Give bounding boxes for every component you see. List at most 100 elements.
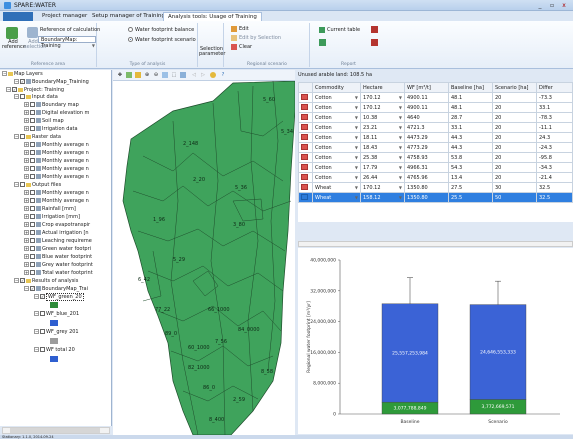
checkbox[interactable] bbox=[30, 110, 35, 115]
table-cell[interactable]: 4640 bbox=[404, 112, 449, 123]
row-indicator[interactable] bbox=[298, 192, 313, 203]
pdf-export-icon[interactable] bbox=[371, 26, 378, 33]
table-cell[interactable]: 4765.96 bbox=[404, 172, 449, 183]
tree-node-raster-item[interactable]: + Monthly average n bbox=[24, 174, 89, 181]
header-cell[interactable]: Scenario [ha] bbox=[492, 82, 537, 93]
table-cell[interactable]: 33.1 bbox=[536, 102, 573, 113]
checkbox-checked[interactable]: ✓ bbox=[30, 286, 35, 291]
expand-icon[interactable]: + bbox=[24, 206, 29, 211]
table-cell[interactable]: Cotton ▼ bbox=[312, 112, 361, 123]
header-cell[interactable]: WF [m³/t] bbox=[404, 82, 449, 93]
tree-node-wf-total[interactable]: − WF total 20 bbox=[34, 347, 75, 354]
collapse-icon[interactable]: − bbox=[2, 71, 7, 76]
clear-button[interactable]: Clear bbox=[231, 43, 252, 51]
row-indicator[interactable] bbox=[298, 182, 313, 193]
checkbox[interactable] bbox=[30, 198, 35, 203]
table-cell[interactable]: 20 bbox=[492, 162, 537, 173]
tree-node-output-item[interactable]: + Monthly average n bbox=[24, 190, 89, 197]
table-cell[interactable]: 32.5 bbox=[536, 192, 573, 203]
checkbox[interactable] bbox=[30, 214, 35, 219]
collapse-icon[interactable]: − bbox=[14, 94, 19, 99]
row-indicator[interactable] bbox=[298, 142, 313, 153]
table-row[interactable]: Cotton ▼ 170.12 ▼ 4900.11 48.1 20 -73.3 bbox=[298, 92, 573, 103]
table-cell[interactable]: -95.8 bbox=[536, 152, 573, 163]
expand-icon[interactable]: + bbox=[24, 270, 29, 275]
collapse-icon[interactable]: − bbox=[6, 87, 11, 92]
info-icon[interactable] bbox=[135, 72, 141, 78]
table-cell[interactable]: 4900.11 bbox=[404, 92, 449, 103]
expand-icon[interactable]: + bbox=[24, 262, 29, 267]
header-cell[interactable]: Baseline [ha] bbox=[448, 82, 493, 93]
checkbox[interactable] bbox=[30, 142, 35, 147]
row-indicator[interactable] bbox=[298, 112, 313, 123]
tree-node-input-item[interactable]: + Boundary map bbox=[24, 102, 79, 109]
expand-icon[interactable]: + bbox=[24, 118, 29, 123]
row-indicator[interactable] bbox=[298, 152, 313, 163]
expand-icon[interactable]: + bbox=[24, 230, 29, 235]
checkbox[interactable] bbox=[30, 238, 35, 243]
checkbox[interactable] bbox=[20, 134, 25, 139]
tree-node-result-map[interactable]: − ✓ BoundaryMap_Trai bbox=[24, 286, 88, 293]
table-cell[interactable]: 20 bbox=[492, 172, 537, 183]
tree-node-output-item[interactable]: + Leaching requireme bbox=[24, 238, 92, 245]
collapse-icon[interactable]: − bbox=[14, 278, 19, 283]
row-indicator[interactable] bbox=[298, 162, 313, 173]
table-cell[interactable]: 4773.29 bbox=[404, 142, 449, 153]
table-horizontal-scrollbar[interactable] bbox=[298, 241, 573, 247]
table-row[interactable]: Wheat ▼ 170.12 ▼ 1350.80 27.5 30 32.5 bbox=[298, 182, 573, 193]
layer-add-icon[interactable] bbox=[126, 72, 132, 78]
collapse-icon[interactable]: − bbox=[24, 286, 29, 291]
table-cell[interactable]: Cotton ▼ bbox=[312, 122, 361, 133]
table-cell[interactable]: -78.3 bbox=[536, 112, 573, 123]
tree-node-input-item[interactable]: + Digital elevation m bbox=[24, 110, 89, 117]
table-cell[interactable]: 23.21 ▼ bbox=[360, 122, 405, 133]
table-cell[interactable]: Cotton ▼ bbox=[312, 92, 361, 103]
table-cell[interactable]: 170.12 ▼ bbox=[360, 92, 405, 103]
row-indicator[interactable] bbox=[298, 132, 313, 143]
table-row[interactable]: Cotton ▼ 23.21 ▼ 4721.3 33.1 20 -11.1 bbox=[298, 122, 573, 133]
zoom-extent-icon[interactable] bbox=[162, 72, 168, 78]
table-cell[interactable]: Wheat ▼ bbox=[312, 182, 361, 193]
table-cell[interactable]: 28.7 bbox=[448, 112, 493, 123]
checkbox[interactable] bbox=[30, 118, 35, 123]
expand-icon[interactable]: + bbox=[24, 254, 29, 259]
table-cell[interactable]: 20 bbox=[492, 142, 537, 153]
refresh-icon[interactable] bbox=[210, 72, 216, 78]
tab-analysis-tools[interactable]: Analysis tools: Usage of Training bbox=[163, 12, 262, 21]
table-cell[interactable]: 20 bbox=[492, 112, 537, 123]
scrollbar-thumb[interactable] bbox=[10, 428, 100, 433]
pdf-icon[interactable] bbox=[371, 39, 378, 46]
table-cell[interactable]: -73.3 bbox=[536, 92, 573, 103]
table-cell[interactable]: Cotton ▼ bbox=[312, 102, 361, 113]
table-cell[interactable]: 1350.80 bbox=[404, 192, 449, 203]
expand-icon[interactable]: + bbox=[24, 190, 29, 195]
minimize-button[interactable]: _ bbox=[534, 1, 546, 10]
table-row[interactable]: Wheat ▼ 158.12 ▼ 1350.80 25.5 50 32.5 bbox=[298, 192, 573, 203]
checkbox[interactable] bbox=[30, 102, 35, 107]
checkbox[interactable] bbox=[30, 190, 35, 195]
collapse-icon[interactable]: − bbox=[14, 182, 19, 187]
expand-icon[interactable]: + bbox=[24, 246, 29, 251]
header-cell[interactable]: Differ bbox=[536, 82, 573, 93]
checkbox-checked[interactable]: ✓ bbox=[40, 294, 45, 299]
tree-node-wf-blue[interactable]: − WF_blue_201 bbox=[34, 311, 79, 318]
table-cell[interactable]: 17.79 ▼ bbox=[360, 162, 405, 173]
edit-button[interactable]: Edit bbox=[231, 25, 249, 33]
table-row[interactable]: Cotton ▼ 170.12 ▼ 4900.11 48.1 20 33.1 bbox=[298, 102, 573, 113]
tree-node-output-item[interactable]: + Actual irrigation [n bbox=[24, 230, 89, 237]
next-extent-icon[interactable]: ▷ bbox=[200, 72, 206, 78]
selection-parameter-button[interactable]: Selection parameter bbox=[199, 47, 225, 57]
table-cell[interactable]: 20 bbox=[492, 102, 537, 113]
table-cell[interactable]: 26.44 ▼ bbox=[360, 172, 405, 183]
identify-icon[interactable] bbox=[180, 72, 186, 78]
previous-extent-icon[interactable]: ◁ bbox=[191, 72, 197, 78]
tree-node-raster-item[interactable]: + Monthly average n bbox=[24, 158, 89, 165]
table-cell[interactable]: 4758.93 bbox=[404, 152, 449, 163]
expand-icon[interactable]: + bbox=[24, 150, 29, 155]
scenario-table[interactable]: Commodity Hectare WF [m³/t] Baseline [ha… bbox=[298, 82, 573, 222]
header-cell[interactable]: Hectare bbox=[360, 82, 405, 93]
tree-node-wf-grey[interactable]: − WF_grey 201 bbox=[34, 329, 79, 336]
checkbox[interactable] bbox=[40, 311, 45, 316]
table-cell[interactable]: 20 bbox=[492, 122, 537, 133]
checkbox-checked[interactable]: ✓ bbox=[20, 278, 25, 283]
